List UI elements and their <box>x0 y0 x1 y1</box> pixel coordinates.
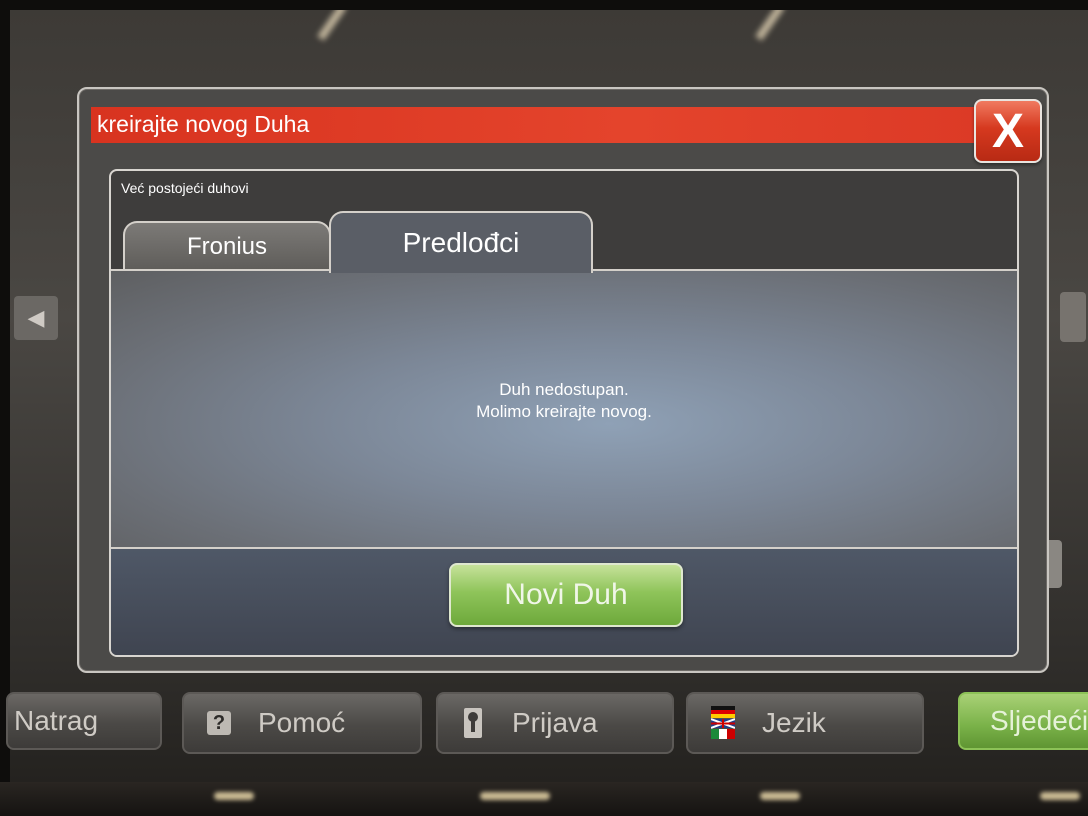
back-label: Natrag <box>14 705 99 736</box>
bezel <box>0 0 1088 10</box>
bezel-glow <box>1040 792 1080 800</box>
login-button[interactable]: Prijava <box>436 692 674 754</box>
close-button[interactable]: X <box>974 99 1042 163</box>
next-button[interactable]: Sljedeći <box>958 692 1088 750</box>
flags-icon <box>710 706 736 739</box>
language-button[interactable]: Jezik <box>686 692 924 754</box>
dialog-title: kreirajte novog Duha <box>97 111 310 137</box>
key-icon <box>460 708 486 738</box>
dialog-footer: Novi Duh <box>111 547 1017 655</box>
bezel-glow <box>480 792 550 800</box>
bezel-glow <box>760 792 800 800</box>
help-button[interactable]: ? Pomoć <box>182 692 422 754</box>
message-line: Molimo kreirajte novog. <box>476 402 652 421</box>
tab-label: Fronius <box>186 233 268 260</box>
tab-label: Predlođci <box>402 227 520 258</box>
empty-message: Duh nedostupan. Molimo kreirajte novog. <box>111 379 1017 423</box>
close-icon: X <box>991 104 1024 158</box>
tab-templates[interactable]: Predlođci <box>329 211 593 273</box>
create-ghost-dialog: kreirajte novog Duha X Već postojeći duh… <box>77 87 1049 673</box>
section-label: Već postojeći duhovi <box>121 180 249 196</box>
bezel-glow <box>214 792 254 800</box>
left-arrow-icon: ◀ <box>14 296 58 340</box>
help-icon: ? <box>206 708 232 738</box>
back-button[interactable]: Natrag <box>6 692 162 750</box>
existing-ghosts-panel: Već postojeći duhovi Fronius Predlođci D… <box>109 169 1019 657</box>
help-label: Pomoć <box>258 707 346 738</box>
new-ghost-button[interactable]: Novi Duh <box>449 563 683 627</box>
bezel <box>0 782 1088 816</box>
next-label: Sljedeći <box>990 705 1088 736</box>
language-label: Jezik <box>762 707 826 738</box>
tab-content: Duh nedostupan. Molimo kreirajte novog. <box>111 269 1017 549</box>
dialog-titlebar: kreirajte novog Duha <box>91 107 987 143</box>
tab-fronius[interactable]: Fronius <box>123 221 331 271</box>
background-panel <box>1060 292 1086 342</box>
login-label: Prijava <box>512 707 598 738</box>
message-line: Duh nedostupan. <box>499 380 629 399</box>
